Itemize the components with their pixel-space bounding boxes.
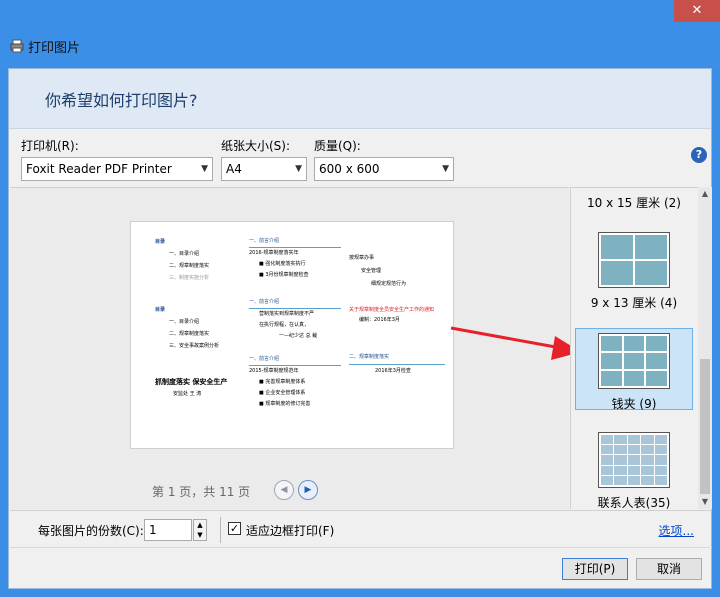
preview-text: ■ 强化制度落实执行 [259, 261, 306, 267]
preview-text: 一、目录介绍 [169, 319, 200, 325]
preview-text: 一、前言介绍 [249, 236, 341, 248]
preview-text: 2016-规章制度落实年 [249, 250, 299, 256]
chevron-down-icon: ▼ [201, 164, 208, 174]
quality-value: 600 x 600 [319, 162, 380, 176]
copies-input[interactable]: 1 [144, 519, 192, 541]
close-button[interactable]: ✕ [674, 0, 720, 22]
preview-text: 目录 [155, 307, 166, 313]
header-banner: 你希望如何打印图片? [9, 69, 711, 129]
printer-label: 打印机(R): [21, 139, 79, 153]
preview-text: 2015-规章制度规范年 [249, 368, 299, 374]
preview-text: 细规定规范行为 [371, 281, 407, 287]
stepper-down-icon[interactable]: ▼ [194, 530, 206, 540]
page-indicator: 第 1 页，共 11 页 [152, 485, 251, 499]
preview-text: 一、目录介绍 [169, 251, 200, 257]
preview-text: 关于规章制度全员安全生产工作的通知 [349, 307, 435, 313]
preview-text: 二、规章制度落实 [169, 263, 210, 269]
preview-column-1: 目录 一、目录介绍 二、规章制度落实 三、制度实施分析 目录 一、目录介绍 二、… [155, 236, 235, 400]
paper-size-label: 纸张大小(S): [221, 139, 291, 153]
scroll-down-icon[interactable]: ▼ [698, 495, 712, 509]
scroll-up-icon[interactable]: ▲ [698, 187, 712, 201]
preview-text: 二、规章制度落实 [349, 351, 445, 365]
layout-scrollbar[interactable]: ▲ ▼ [698, 187, 712, 509]
chevron-down-icon: ▼ [442, 164, 449, 174]
divider [220, 517, 221, 543]
preview-column-3: 按规章办事 安全管理 细规定规范行为 关于规章制度全员安全生产工作的通知 编制：… [349, 252, 445, 378]
preview-text: 安全管理 [361, 268, 382, 274]
preview-page: 目录 一、目录介绍 二、规章制度落实 三、制度实施分析 目录 一、目录介绍 二、… [130, 221, 454, 449]
print-button[interactable]: 打印(P) [562, 558, 628, 580]
preview-text: 营制落实到规章制度不严 [259, 311, 315, 317]
options-bar: 每张图片的份数(C): 1 ▲ ▼ ✓ 适应边框打印(F) 选项... [10, 510, 712, 546]
chevron-down-icon: ▼ [295, 164, 302, 174]
preview-text: 一、前言介绍 [249, 354, 341, 366]
preview-text: 一—纪少达 总 裁 [279, 333, 318, 339]
preview-text: 二、规章制度落实 [169, 331, 210, 337]
preview-text: ■ 完善规章制度体系 [259, 379, 306, 385]
preview-text: 编制：2016年3月 [359, 317, 400, 323]
annotation-arrow-icon [450, 326, 581, 360]
copies-stepper[interactable]: ▲ ▼ [193, 519, 207, 541]
layout-item-9x13[interactable]: 9 x 13 厘米 (4) [575, 228, 693, 310]
dialog-footer: 打印(P) 取消 [10, 547, 712, 589]
layout-thumbnail [598, 333, 670, 389]
layout-label: 钱夹 (9) [611, 397, 657, 411]
help-icon[interactable]: ? [691, 147, 707, 163]
printer-value: Foxit Reader PDF Printer [26, 162, 172, 176]
preview-text: 安监处 王 涛 [173, 391, 202, 397]
stepper-up-icon[interactable]: ▲ [194, 520, 206, 530]
printer-icon [10, 39, 24, 53]
preview-text: 在执行规程，在认真， [259, 322, 310, 328]
quality-label: 质量(Q): [314, 139, 361, 153]
preview-text: 三、安全事故案例分析 [169, 343, 220, 349]
paper-size-select[interactable]: A4 ▼ [221, 157, 307, 181]
fit-frame-label[interactable]: 适应边框打印(F) [246, 522, 334, 539]
options-link[interactable]: 选项... [659, 522, 694, 539]
layout-thumbnail [598, 232, 670, 288]
scroll-thumb[interactable] [700, 359, 710, 494]
next-page-button[interactable]: ▶ [298, 480, 318, 500]
preview-text: ■ 企业安全管理体系 [259, 390, 306, 396]
title-bar: ✕ 打印图片 [0, 0, 720, 68]
dialog-heading: 你希望如何打印图片? [45, 91, 198, 110]
previous-page-button[interactable]: ◀ [274, 480, 294, 500]
print-dialog: 你希望如何打印图片? 打印机(R): Foxit Reader PDF Prin… [8, 68, 712, 589]
preview-text: 2016年3月检查 [375, 368, 411, 374]
layout-item-contact-sheet[interactable]: 联系人表(35) [575, 428, 693, 509]
preview-text: 三、制度实施分析 [169, 275, 210, 281]
layout-label: 10 x 15 厘米 (2) [587, 196, 681, 210]
layout-item-10x15[interactable]: 10 x 15 厘米 (2) [575, 194, 693, 211]
preview-text: 按规章办事 [349, 255, 375, 261]
copies-label: 每张图片的份数(C): [38, 524, 144, 538]
paper-size-value: A4 [226, 162, 242, 176]
preview-text: ■ 规章制度的修订完善 [259, 401, 311, 407]
preview-text: 目录 [155, 239, 166, 245]
preview-text: 一、前言介绍 [249, 297, 341, 309]
preview-text: 抓制度落实 保安全生产 [155, 378, 228, 386]
printer-select[interactable]: Foxit Reader PDF Printer ▼ [21, 157, 213, 181]
cancel-button[interactable]: 取消 [636, 558, 702, 580]
window-title: 打印图片 [28, 41, 81, 56]
layout-list[interactable]: 10 x 15 厘米 (2) 9 x 13 厘米 (4) 钱夹 (9) 联系人表… [570, 187, 698, 509]
layout-label: 联系人表(35) [597, 496, 671, 509]
layout-thumbnail [598, 432, 670, 488]
quality-select[interactable]: 600 x 600 ▼ [314, 157, 454, 181]
preview-text: ■ 3月份规章制度检查 [259, 272, 309, 278]
layout-item-wallet[interactable]: 钱夹 (9) [575, 328, 693, 411]
preview-column-2: 一、前言介绍 2016-规章制度落实年 ■ 强化制度落实执行 ■ 3月份规章制度… [249, 236, 341, 410]
layout-label: 9 x 13 厘米 (4) [590, 296, 678, 310]
fit-frame-checkbox[interactable]: ✓ [228, 522, 241, 535]
